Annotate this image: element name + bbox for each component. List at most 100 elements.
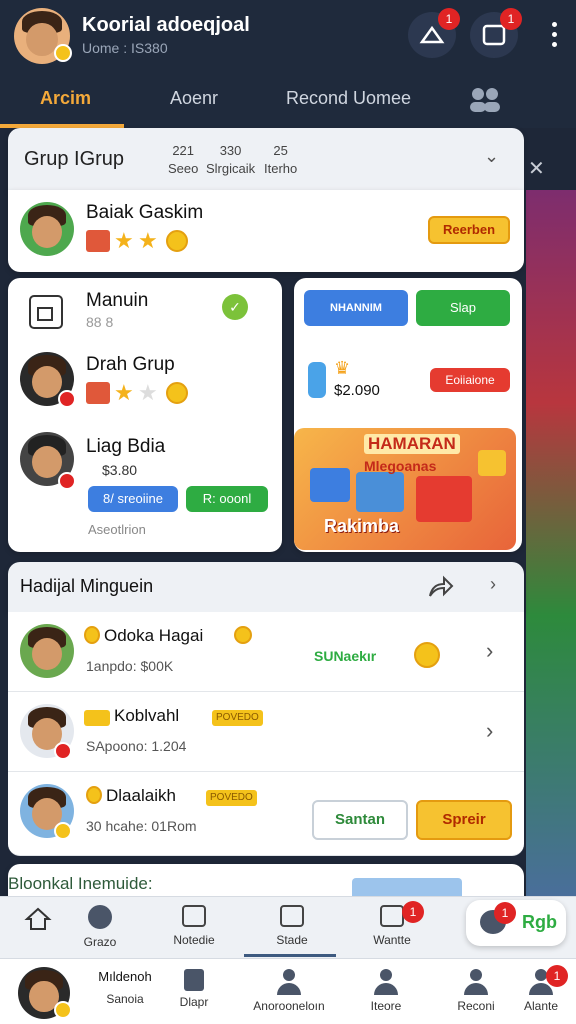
coin-icon [84, 626, 100, 644]
friend-name: Manuin [86, 290, 149, 311]
promo-footer: Rakimba [324, 516, 400, 536]
check-icon: ✓ [222, 294, 248, 320]
chevron-down-icon[interactable]: ⌄ [484, 146, 499, 167]
promo-title: HAMARAN [364, 434, 460, 454]
level-badge-icon [54, 1001, 72, 1019]
member-action-button[interactable]: Reerben [428, 216, 510, 244]
promo-green-button[interactable]: Slap [416, 290, 510, 326]
messages-button[interactable]: 1 [470, 8, 522, 58]
nav-grazo[interactable]: Grazo [52, 905, 148, 949]
list-title: Hadijal Minguein [20, 576, 154, 596]
star-icon: ★ [138, 228, 158, 253]
chat-icon [380, 905, 404, 927]
friends-footer[interactable]: Aseotlrion [88, 522, 146, 537]
member-name: Baiak Gaskim [86, 202, 204, 223]
gift-icon [416, 476, 472, 522]
secondary-nav: Mıldenoh Sanoia Dlapr Anorooneloın Iteor… [0, 958, 576, 1024]
nav-alante[interactable]: Alante 1 [510, 965, 572, 1013]
friends-card: Manuin 88 8 ✓ Drah Grup ★ ★ Liag Bdia $3… [8, 278, 282, 552]
notification-badge: 1 [500, 8, 522, 30]
tab-aoenr[interactable]: Aoenr [170, 88, 218, 109]
crown-icon: ♛ [334, 358, 351, 378]
nav-notedie[interactable]: Notedie [146, 905, 242, 947]
row-orange-button[interactable]: Spreir [416, 800, 512, 840]
status-badge [54, 742, 72, 760]
friend-blue-button[interactable]: 8/ sreoiine [88, 486, 178, 512]
group-header[interactable]: Grup IGrup 221 Seeo 330 Slrgicaik 25 Iterho… [8, 128, 524, 190]
promo-amount: $2.090 [334, 382, 380, 399]
chevron-right-icon[interactable]: › [486, 718, 493, 744]
nav-anorooneloin[interactable]: Anorooneloın [240, 969, 338, 1013]
board-icon [280, 905, 304, 927]
nav-sanoia[interactable]: Mıldenoh Sanoia [80, 969, 170, 1006]
promo-subtitle: Mlegoanas [364, 458, 437, 474]
row-name: Dlaalaikh [106, 786, 176, 805]
coin-icon [166, 382, 188, 404]
list-header[interactable]: Hadijal Minguein › [8, 562, 524, 612]
person-icon [373, 969, 399, 995]
nav-iteore[interactable]: Iteore [350, 969, 422, 1013]
rgb-floating-button[interactable]: 1 Rgb [466, 900, 566, 946]
smile-icon [414, 642, 440, 668]
partial-title: Bloonkal Inemuide: [8, 874, 153, 893]
row-name: Odoka Hagai [104, 626, 204, 645]
list-item[interactable]: Dlaalaikh POVEDO 30 hcahe: 01Rom Santan … [8, 772, 524, 856]
gift-icon [310, 468, 350, 502]
star-icon: ★ [114, 380, 134, 405]
side-preview-strip [526, 190, 576, 900]
nav-stade[interactable]: Stade [244, 905, 340, 947]
row-sub: 30 hcahe: 01Rom [86, 818, 197, 834]
nav-reconi[interactable]: Reconi [440, 969, 512, 1013]
share-icon[interactable] [426, 574, 454, 600]
user-id: Uome : IS380 [82, 40, 168, 56]
chest-icon [86, 230, 110, 252]
tab-recond[interactable]: Recond Uomee [286, 88, 411, 109]
list-item[interactable]: Odoka Hagai 1anpdo: $00K SUNaekır › [8, 612, 524, 692]
globe-icon [88, 905, 112, 929]
row-tag: POVEDO [206, 790, 257, 806]
coin-icon [86, 786, 102, 804]
bottle-icon [308, 362, 326, 398]
friend-balance: $3.80 [102, 462, 138, 478]
friend-request-button[interactable]: 1 [408, 8, 460, 58]
notification-badge: 1 [438, 8, 460, 30]
level-badge-icon [54, 44, 72, 62]
notification-badge: 1 [546, 965, 568, 987]
nav-dlapr[interactable]: Dlapr [166, 969, 222, 1009]
status-badge [58, 390, 76, 408]
chevron-right-icon[interactable]: › [490, 574, 496, 595]
notification-badge: 1 [494, 902, 516, 924]
star-outline-icon: ★ [138, 380, 158, 405]
group-member-card[interactable]: Baiak Gaskim ★ ★ Reerben [8, 190, 524, 272]
more-options-icon[interactable] [552, 22, 558, 48]
stat-iterho: 25 Iterho [264, 143, 298, 176]
friend-sub: 88 8 [86, 314, 114, 330]
row-tag: POVEDO [212, 710, 263, 726]
active-nav-indicator [244, 954, 336, 957]
house-icon [356, 472, 404, 512]
coin-icon [234, 626, 252, 644]
group-icon[interactable] [466, 86, 506, 112]
stat-seeo: 221 Seeo [168, 143, 199, 176]
row-sub: 1anpdo: $00K [86, 658, 174, 674]
close-icon[interactable]: ✕ [528, 156, 545, 181]
home-icon [24, 907, 52, 930]
gift-icon [478, 450, 506, 476]
promo-banner[interactable]: HAMARAN Mlegoanas Rakimba [294, 428, 516, 550]
app-header: Koorial adoeqjoal Uome : IS380 1 1 [0, 0, 576, 72]
chest-icon [86, 382, 110, 404]
calendar-icon [29, 295, 63, 329]
friend-name: Liag Bdia [86, 436, 166, 457]
promo-blue-button[interactable]: NHANNIM [304, 290, 408, 326]
promo-red-button[interactable]: Eoiiaione [430, 368, 510, 392]
chevron-right-icon[interactable]: › [486, 638, 493, 664]
row-white-button[interactable]: Santan [312, 800, 408, 840]
friend-green-button[interactable]: R: ooonl [186, 486, 268, 512]
status-badge [58, 472, 76, 490]
tab-arcim[interactable]: Arcim [40, 88, 91, 109]
list-item[interactable]: Koblvahl POVEDO SApoono: 1.204 › [8, 692, 524, 772]
nav-wantte[interactable]: Wantte 1 [344, 901, 440, 947]
star-icon: ★ [114, 228, 134, 253]
level-badge-icon [54, 822, 72, 840]
nav-sanoia-top: Mıldenoh [98, 969, 152, 984]
